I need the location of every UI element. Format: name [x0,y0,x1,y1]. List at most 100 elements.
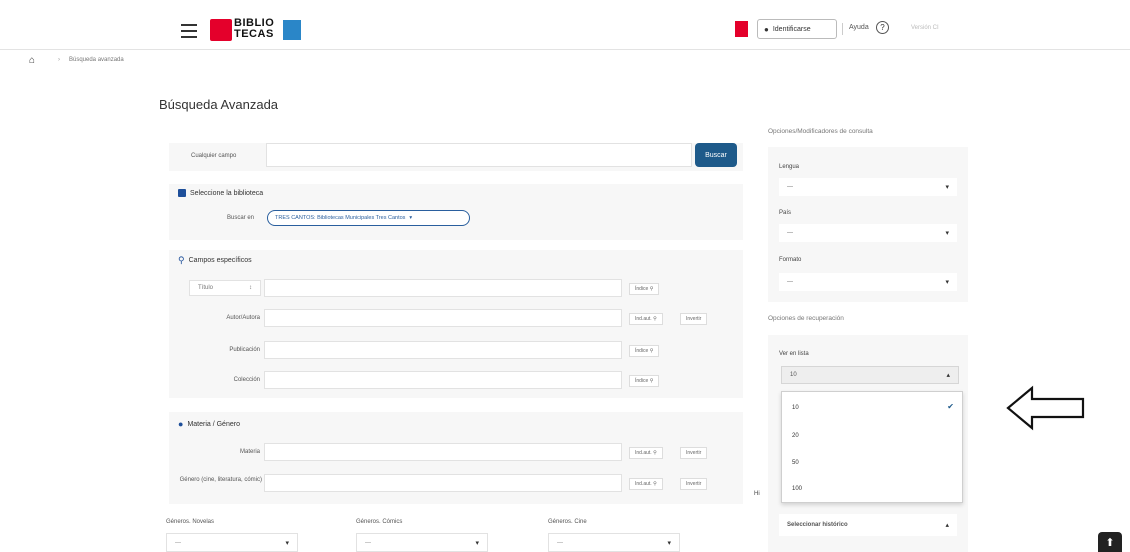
genre-comics-value: --- [365,539,371,546]
caret-down-icon: ▾ [945,184,949,191]
library-icon [178,189,186,197]
publication-input[interactable] [264,341,622,359]
caret-down-icon: ▾ [945,279,949,286]
library-title-text: Seleccione la biblioteca [190,189,264,197]
tres-cantos-logo-text [305,24,347,34]
author-label: Autor/Autora [226,315,260,321]
user-icon: ● [764,24,769,34]
title-index-button[interactable]: Índice ⚲ [629,283,660,295]
title-input[interactable] [264,279,622,297]
author-index-button[interactable]: Ind.aut. ⚲ [629,313,663,325]
header-divider [842,23,843,35]
help-link[interactable]: Ayuda [849,24,869,31]
publication-label: Publicación [229,347,260,353]
library-section-title: Seleccione la biblioteca [178,189,263,197]
publication-index-button[interactable]: Índice ⚲ [629,345,660,357]
history-select[interactable]: Seleccionar histórico ▴ [779,514,957,536]
subject-input[interactable] [264,443,622,461]
history-select-value: Seleccionar histórico [787,522,848,528]
search-icon: ⚲ [178,255,185,265]
language-select[interactable]: --- ▾ [779,178,957,196]
author-invert-button[interactable]: Invertir [680,313,708,325]
any-field-input[interactable] [266,143,692,167]
library-select[interactable]: TRES CANTOS: Bibliotecas Municipales Tre… [267,210,470,226]
author-invert-label: Invertir [686,316,702,322]
subject-index-button[interactable]: Ind.aut. ⚲ [629,447,663,459]
chevron-updown-icon: ↕ [249,285,252,291]
search-in-label: Buscar en [227,215,255,221]
per-list-option-10[interactable]: 10 [792,405,799,411]
genre-novels-label: Géneros. Novelas [166,519,215,525]
language-value: --- [787,184,793,190]
page-title: Búsqueda Avanzada [159,97,279,112]
genre-cinema-value: --- [557,539,563,546]
genre-comics-label: Géneros. Cómics [356,519,403,525]
format-value: --- [787,279,793,285]
search-button[interactable]: Buscar [695,143,737,167]
chevron-down-icon: ▾ [409,215,413,221]
header-border [0,49,1130,50]
version-link[interactable]: Versión CI [911,25,939,31]
field-type-select[interactable]: Título ↕ [189,280,261,296]
query-options-heading: Opciones/Modificadores de consulta [768,128,873,135]
menu-hamburger-icon[interactable] [181,24,197,38]
collection-index-button[interactable]: Índice ⚲ [629,375,660,387]
caret-up-icon: ▴ [946,372,950,379]
title-index-label: Índice [635,286,649,292]
genre-index-label: Ind.aut. [635,481,652,487]
subject-section-title: ● Materia / Género [178,419,240,429]
genre-cinema-label: Géneros. Cine [548,519,587,525]
retrieval-heading: Opciones de recuperación [768,315,844,322]
genre-invert-label: Invertir [686,481,702,487]
tres-cantos-logo-icon [283,20,301,40]
country-value: --- [787,230,793,236]
left-arrow-icon [1006,385,1085,431]
subject-label: Materia [239,449,260,455]
language-label: Lengua [779,164,800,170]
subject-title-text: Materia / Género [187,420,240,428]
per-list-option-20[interactable]: 20 [792,433,799,439]
genre-novels-select[interactable]: --- ▾ [166,533,298,552]
home-icon[interactable]: ⌂ [29,55,35,66]
identify-label: Identificarse [772,25,811,33]
madrid-flag-icon [735,21,748,37]
per-list-select[interactable]: 10 ▴ [781,366,959,384]
per-list-dropdown: 10 ✔ 20 50 100 [781,391,963,503]
caret-down-icon: ▾ [667,539,671,547]
genre-invert-button[interactable]: Invertir [680,478,708,490]
genre-comics-select[interactable]: --- ▾ [356,533,488,552]
specific-title-text: Campos específicos [188,257,252,264]
field-type-value: Título [198,285,214,291]
per-list-option-100[interactable]: 100 [792,486,802,492]
arrow-up-icon: ⬆ [1105,536,1115,549]
country-select[interactable]: --- ▾ [779,224,957,242]
per-list-label: Ver en lista [779,351,809,357]
tags-icon: ● [178,419,184,429]
publication-index-label: Índice [635,348,649,354]
caret-down-icon: ▾ [285,539,289,547]
country-label: País [779,210,792,216]
subject-invert-label: Invertir [686,450,702,456]
breadcrumb-current: Búsqueda avanzada [69,57,124,63]
identify-button[interactable]: ● Identificarse [757,19,837,39]
genre-input[interactable] [264,474,622,492]
breadcrumb-separator: › [58,57,60,63]
bibliotecas-logo: BIBLIO TECAS [234,18,274,40]
author-index-label: Ind.aut. [635,316,652,322]
per-list-option-50[interactable]: 50 [792,460,799,466]
format-select[interactable]: --- ▾ [779,273,957,291]
author-input[interactable] [264,309,622,327]
logo-text-bottom: TECAS [234,28,274,40]
subject-invert-button[interactable]: Invertir [680,447,708,459]
genre-novels-value: --- [175,539,181,546]
collection-index-label: Índice [635,378,649,384]
help-icon[interactable]: ? [876,21,889,34]
caret-down-icon: ▾ [475,539,479,547]
scroll-top-button[interactable]: ⬆ [1098,532,1122,552]
caret-down-icon: ▾ [945,230,949,237]
collection-label: Colección [233,377,260,383]
genre-index-button[interactable]: Ind.aut. ⚲ [629,478,663,490]
genre-cinema-select[interactable]: --- ▾ [548,533,680,552]
comunidad-madrid-logo [210,19,232,41]
collection-input[interactable] [264,371,622,389]
